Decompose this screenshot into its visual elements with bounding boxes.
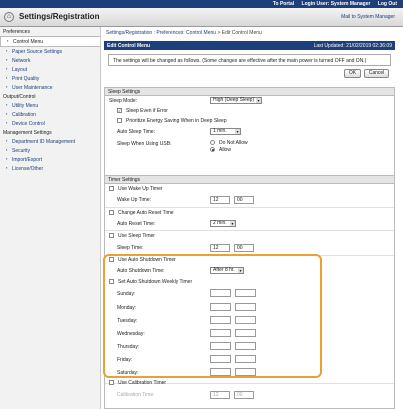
sidebar-item-user-maintenance[interactable]: User Maintenance	[0, 83, 100, 92]
auto-reset-time-select[interactable]: 2 min.	[210, 220, 236, 227]
usb-do-not-allow-radio[interactable]	[210, 140, 215, 145]
breadcrumb-control-menu[interactable]: Preferences: Control Menu	[156, 30, 216, 36]
auto-reset-time-label: Auto Reset Time:	[117, 221, 156, 227]
breadcrumb: Settings/Registration : Preferences: Con…	[106, 30, 262, 36]
highlight-box	[103, 254, 322, 378]
breadcrumb-settings-registration[interactable]: Settings/Registration	[106, 30, 152, 36]
top-links: To Portal Login User: System Manager Log…	[267, 1, 397, 7]
auto-sleep-time-label: Auto Sleep Time:	[117, 129, 156, 135]
sleep-minute-input[interactable]: 00	[234, 244, 254, 252]
prioritize-energy-label: Prioritize Energy Saving When in Deep Sl…	[126, 118, 227, 124]
sleep-settings-header: Sleep Settings	[105, 88, 394, 96]
change-auto-reset-time-checkbox[interactable]	[109, 210, 114, 215]
sleep-hour-input[interactable]: 12	[210, 244, 230, 252]
sleep-even-if-error-checkbox[interactable]: ✓	[117, 108, 122, 113]
usb-do-not-allow-label: Do Not Allow	[219, 140, 248, 146]
sidebar-item-security[interactable]: Security	[0, 146, 100, 155]
sidebar-item-network[interactable]: Network	[0, 56, 100, 65]
logout-link[interactable]: Log Out	[378, 1, 397, 7]
use-sleep-timer-checkbox[interactable]	[109, 233, 114, 238]
login-user-label: Login User: System Manager	[301, 1, 371, 7]
divider	[105, 207, 394, 208]
use-sleep-timer-label: Use Sleep Timer	[118, 233, 155, 239]
page-header: ⌂ Settings/Registration Mail to System M…	[0, 8, 403, 27]
section-title: Edit Control Menu	[107, 43, 151, 49]
prioritize-energy-checkbox[interactable]	[117, 118, 122, 123]
ok-button[interactable]: OK	[344, 69, 361, 78]
calibration-time-label: Calibration Time:	[117, 392, 155, 398]
divider	[105, 230, 394, 231]
top-bar: To Portal Login User: System Manager Log…	[0, 0, 403, 8]
sleep-mode-select[interactable]: High (Deep Sleep)	[210, 97, 262, 104]
timer-settings-header: Timer Settings	[105, 176, 394, 184]
sidebar-item-department-id-management[interactable]: Department ID Management	[0, 137, 100, 146]
last-updated: Last Updated: 21/02/2019 02:36:09	[313, 43, 392, 49]
sidebar-section-management-settings: Management Settings	[3, 130, 52, 136]
sleep-even-if-error-label: Sleep Even if Error	[126, 108, 168, 114]
sidebar: Preferences Control Menu Paper Source Se…	[0, 27, 101, 409]
sidebar-item-calibration[interactable]: Calibration	[0, 110, 100, 119]
wake-up-hour-input[interactable]: 12	[210, 196, 230, 204]
sidebar-item-paper-source-settings[interactable]: Paper Source Settings	[0, 47, 100, 56]
mail-to-system-manager-link[interactable]: Mail to System Manager	[341, 14, 395, 20]
sleep-when-using-usb-label: Sleep When Using USB:	[117, 141, 172, 147]
to-portal-link[interactable]: To Portal	[273, 1, 294, 7]
use-calibration-timer-checkbox[interactable]	[109, 380, 114, 385]
auto-sleep-time-select[interactable]: 1 min.	[210, 128, 241, 135]
section-title-bar: Edit Control Menu Last Updated: 21/02/20…	[104, 41, 395, 50]
notice-box: The settings will be changed as follows.…	[108, 54, 391, 66]
sleep-time-label: Sleep Time:	[117, 245, 144, 251]
breadcrumb-current: Edit Control Menu	[221, 30, 262, 36]
change-auto-reset-time-label: Change Auto Reset Time	[118, 210, 174, 216]
home-icon[interactable]: ⌂	[4, 12, 14, 22]
use-calibration-timer-label: Use Calibration Timer	[118, 380, 167, 386]
sidebar-section-preferences: Preferences	[3, 29, 30, 35]
sidebar-item-import-export[interactable]: Import/Export	[0, 155, 100, 164]
wake-up-minute-input[interactable]: 00	[234, 196, 254, 204]
sidebar-item-print-quality[interactable]: Print Quality	[0, 74, 100, 83]
sidebar-section-output-control: Output/Control	[3, 94, 36, 100]
wake-up-time-label: Wake Up Time:	[117, 197, 151, 203]
sidebar-item-layout[interactable]: Layout	[0, 65, 100, 74]
calibration-hour-input[interactable]: 12	[210, 391, 230, 399]
sidebar-item-license-other[interactable]: License/Other	[0, 164, 100, 173]
page-title: Settings/Registration	[19, 12, 100, 21]
sleep-mode-label: Sleep Mode:	[109, 98, 138, 104]
sidebar-item-control-menu[interactable]: Control Menu	[0, 36, 100, 47]
sidebar-item-device-control[interactable]: Device Control	[0, 119, 100, 128]
calibration-minute-input[interactable]: 00	[234, 391, 254, 399]
usb-allow-label: Allow	[219, 147, 231, 153]
usb-allow-radio[interactable]	[210, 147, 215, 152]
use-wake-up-timer-checkbox[interactable]	[109, 186, 114, 191]
use-wake-up-timer-label: Use Wake Up Timer	[118, 186, 163, 192]
sidebar-item-utility-menu[interactable]: Utility Menu	[0, 101, 100, 110]
cancel-button[interactable]: Cancel	[364, 69, 389, 78]
